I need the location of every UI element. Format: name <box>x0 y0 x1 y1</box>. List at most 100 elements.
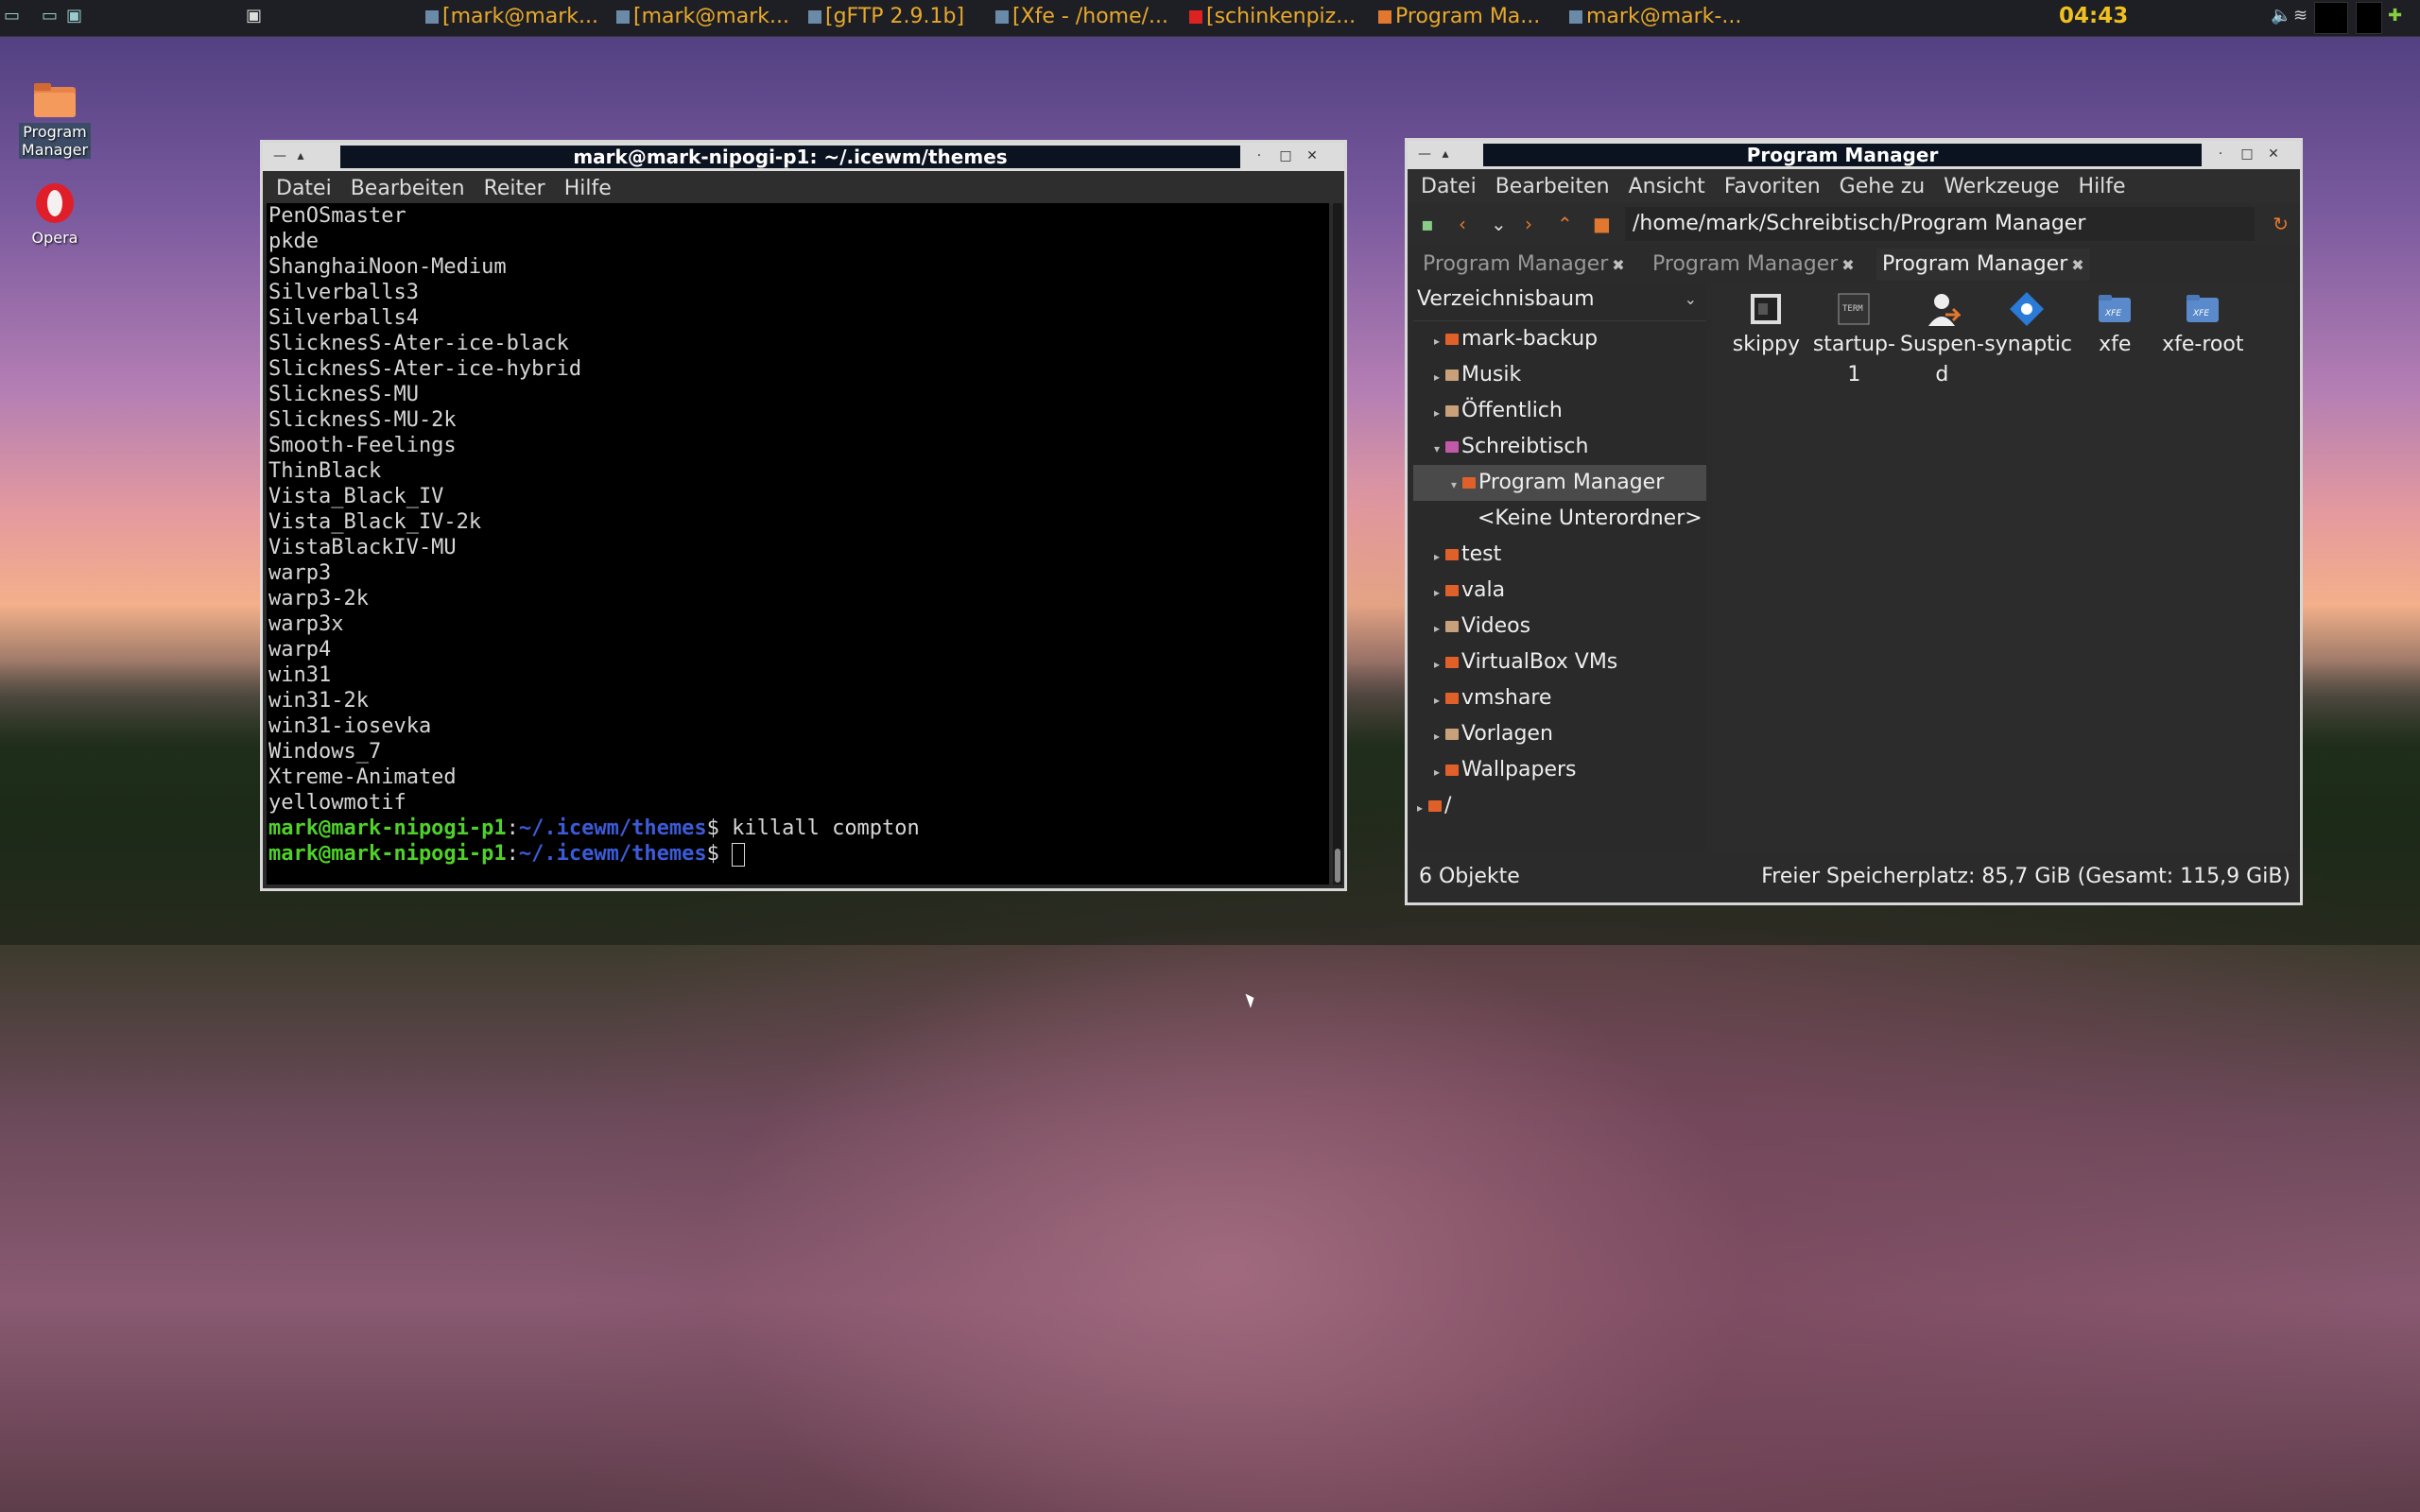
show-desktop-icon[interactable]: ▭ <box>4 6 20 26</box>
tab-program-manager-1[interactable]: Program Manager ✖ <box>1417 249 1631 281</box>
terminal-output[interactable]: PenOSmaster pkde ShanghaiNoon-Medium Silver… <box>267 203 1329 885</box>
minimize-icon[interactable]: · <box>2211 145 2230 163</box>
cpu-monitor[interactable] <box>2314 2 2348 34</box>
collapsed-arrow-icon[interactable]: ▸ <box>1430 539 1443 575</box>
tree-item[interactable]: ▸ Musik <box>1413 357 1706 393</box>
file-item[interactable]: TERM startup-1 <box>1811 290 1896 390</box>
menu-datei[interactable]: Datei <box>1408 169 1482 198</box>
taskbar-task-3[interactable]: [gFTP 2.9.1b] <box>808 5 964 28</box>
home-icon[interactable]: ■ <box>1593 213 1611 235</box>
forward-icon[interactable]: › <box>1525 213 1532 235</box>
file-manager-launcher-icon[interactable]: ▣ <box>66 6 82 26</box>
expanded-arrow-icon[interactable]: ▾ <box>1447 467 1461 503</box>
chevron-down-icon[interactable]: ⌄ <box>1685 283 1697 317</box>
desktop-icon-opera[interactable]: Opera <box>19 181 91 247</box>
new-window-icon[interactable]: ▪ <box>1421 213 1434 235</box>
tree-item[interactable]: <Keine Unterordner> <box>1413 501 1706 537</box>
terminal-scrollbar[interactable] <box>1333 203 1342 885</box>
file-item[interactable]: synaptic <box>1984 290 2072 360</box>
window-list-icon[interactable]: ▣ <box>246 6 262 26</box>
tree-item[interactable]: ▸ Öffentlich <box>1413 393 1706 429</box>
taskbar-task-2[interactable]: [mark@mark... <box>616 5 789 28</box>
desktop-icon-program-manager[interactable]: Program Manager <box>19 81 91 159</box>
menu-bearbeiten[interactable]: Bearbeiten <box>1482 169 1616 198</box>
address-field[interactable]: /home/mark/Schreibtisch/Program Manager <box>1625 207 2255 241</box>
back-icon[interactable]: ‹ <box>1459 213 1466 235</box>
tree-item[interactable]: ▾ Schreibtisch <box>1413 429 1706 465</box>
collapsed-arrow-icon[interactable]: ▸ <box>1430 646 1443 682</box>
tab-close-icon[interactable]: ✖ <box>1612 256 1624 274</box>
file-item[interactable]: XFE xfe-root <box>2160 290 2245 360</box>
terminal-titlebar[interactable]: — ▴ mark@mark-nipogi-p1: ~/.icewm/themes… <box>263 143 1344 171</box>
terminal-window[interactable]: — ▴ mark@mark-nipogi-p1: ~/.icewm/themes… <box>260 140 1347 891</box>
network-icon[interactable]: ≋ <box>2293 6 2308 26</box>
menu-gehe-zu[interactable]: Gehe zu <box>1826 169 1931 198</box>
window-menu-icon[interactable]: — <box>270 146 289 165</box>
refresh-icon[interactable]: ↻ <box>2273 213 2289 235</box>
up-icon[interactable]: ⌃ <box>1557 213 1573 235</box>
collapsed-arrow-icon[interactable]: ▸ <box>1430 754 1443 790</box>
tab-program-manager-3[interactable]: Program Manager ✖ <box>1876 249 2090 281</box>
taskbar-task-7[interactable]: mark@mark-... <box>1569 5 1741 28</box>
menu-bearbeiten[interactable]: Bearbeiten <box>337 171 471 200</box>
maximize-icon[interactable]: □ <box>2238 145 2256 163</box>
collapsed-arrow-icon[interactable]: ▸ <box>1413 790 1426 826</box>
terminal-launcher-icon[interactable]: ▭ <box>42 6 58 26</box>
close-icon[interactable]: ✕ <box>2264 145 2283 163</box>
collapsed-arrow-icon[interactable]: ▸ <box>1430 610 1443 646</box>
scrollbar-thumb[interactable] <box>1335 849 1340 883</box>
rollup-icon[interactable]: ▴ <box>291 146 310 165</box>
xfe-titlebar[interactable]: — ▴ Program Manager · □ ✕ <box>1408 141 2300 169</box>
minimize-icon[interactable]: · <box>1250 146 1269 165</box>
expanded-arrow-icon[interactable]: ▾ <box>1430 431 1443 467</box>
collapsed-arrow-icon[interactable]: ▸ <box>1430 682 1443 718</box>
collapsed-arrow-icon[interactable]: ▸ <box>1430 718 1443 754</box>
xfe-window[interactable]: — ▴ Program Manager · □ ✕ Datei Bearbeite… <box>1405 138 2303 905</box>
menu-reiter[interactable]: Reiter <box>471 171 551 200</box>
file-item[interactable]: skippy <box>1723 290 1808 360</box>
menu-werkzeuge[interactable]: Werkzeuge <box>1930 169 2065 198</box>
terminal-input-line[interactable]: mark@mark-nipogi-p1:~/.icewm/themes$ <box>268 841 1329 867</box>
taskbar-task-5[interactable]: [schinkenpiz... <box>1189 5 1356 28</box>
battery-icon[interactable]: ✚ <box>2388 6 2402 26</box>
collapsed-arrow-icon[interactable]: ▸ <box>1430 359 1443 395</box>
tree-item[interactable]: ▸ Vorlagen <box>1413 716 1706 752</box>
tree-item[interactable]: ▾ Program Manager <box>1413 465 1706 501</box>
history-dropdown-icon[interactable]: ⌄ <box>1491 213 1507 235</box>
tab-close-icon[interactable]: ✖ <box>1841 256 1854 274</box>
tree-item[interactable]: ▸ vmshare <box>1413 680 1706 716</box>
terminal-icon <box>995 10 1009 24</box>
tree-item[interactable]: ▸ VirtualBox VMs <box>1413 644 1706 680</box>
tree-item[interactable]: ▸ test <box>1413 537 1706 573</box>
volume-icon[interactable]: 🔈 <box>2271 6 2291 26</box>
collapsed-arrow-icon[interactable]: ▸ <box>1430 323 1443 359</box>
tab-close-icon[interactable]: ✖ <box>2071 256 2083 274</box>
rollup-icon[interactable]: ▴ <box>1436 145 1455 163</box>
tree-item[interactable]: ▸ / <box>1413 788 1706 824</box>
menu-datei[interactable]: Datei <box>263 171 337 200</box>
collapsed-arrow-icon[interactable]: ▸ <box>1430 575 1443 610</box>
tree-view-selector[interactable]: Verzeichnisbaum ⌄ <box>1413 283 1706 321</box>
taskbar-task-1[interactable]: [mark@mark... <box>425 5 598 28</box>
menu-favoriten[interactable]: Favoriten <box>1711 169 1826 198</box>
file-item[interactable]: Suspen-d <box>1899 290 1984 390</box>
maximize-icon[interactable]: □ <box>1276 146 1295 165</box>
clock[interactable]: 04:43 <box>2059 4 2128 28</box>
menu-hilfe[interactable]: Hilfe <box>551 171 617 200</box>
taskbar-task-4[interactable]: [Xfe - /home/... <box>995 5 1168 28</box>
taskbar-task-6[interactable]: Program Ma... <box>1378 5 1540 28</box>
window-menu-icon[interactable]: — <box>1415 145 1434 163</box>
memory-monitor[interactable] <box>2356 2 2382 34</box>
tree-item[interactable]: ▸ vala <box>1413 573 1706 609</box>
tree-item[interactable]: ▸ Wallpapers <box>1413 752 1706 788</box>
menu-hilfe[interactable]: Hilfe <box>2066 169 2132 198</box>
tab-program-manager-2[interactable]: Program Manager ✖ <box>1647 249 1860 281</box>
tree-item[interactable]: ▸ Videos <box>1413 609 1706 644</box>
menu-ansicht[interactable]: Ansicht <box>1616 169 1711 198</box>
close-icon[interactable]: ✕ <box>1303 146 1322 165</box>
file-list[interactable]: skippy TERM startup-1 Suspen-d synaptic XFE xf… <box>1712 283 2294 851</box>
collapsed-arrow-icon[interactable]: ▸ <box>1430 395 1443 431</box>
directory-tree[interactable]: Verzeichnisbaum ⌄ ▸ mark-backup ▸ Musik ▸ Öffe… <box>1413 283 1706 851</box>
tree-item[interactable]: ▸ mark-backup <box>1413 321 1706 357</box>
file-item[interactable]: XFE xfe <box>2072 290 2157 360</box>
